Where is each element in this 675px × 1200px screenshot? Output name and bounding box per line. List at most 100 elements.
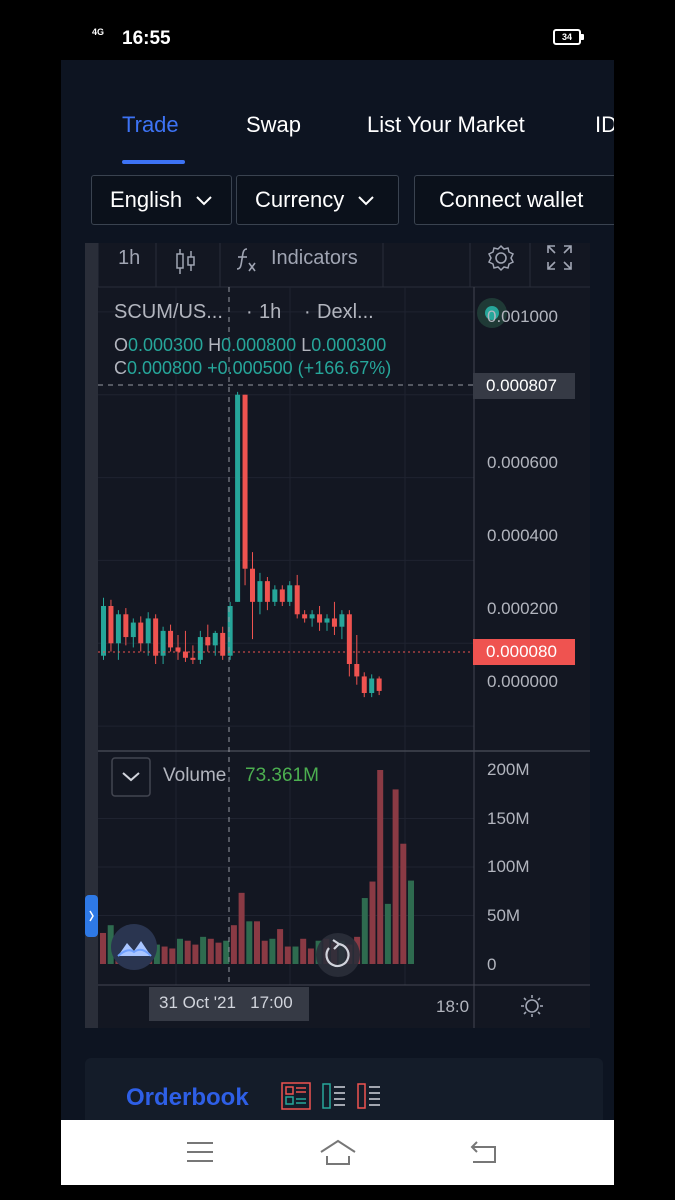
- candle-body: [294, 585, 300, 615]
- volume-bar: [230, 925, 237, 964]
- status-bar: 4G 16:55 34: [61, 0, 614, 60]
- legend-interval: 1h: [259, 301, 282, 323]
- legend-exchange: Dexl...: [317, 301, 374, 323]
- theme-toggle-icon[interactable]: [521, 995, 543, 1017]
- volume-bar: [238, 892, 245, 964]
- main-nav: Trade Swap List Your Market ID: [61, 100, 614, 170]
- candle-body: [309, 614, 315, 619]
- bottom-edge: [61, 1185, 614, 1200]
- language-select-value: English: [110, 187, 183, 212]
- volume-bar: [300, 938, 307, 964]
- recent-apps-icon[interactable]: [186, 1140, 214, 1164]
- orderbook-buys-icon[interactable]: [321, 1082, 347, 1110]
- volume-bar: [269, 938, 276, 964]
- home-icon[interactable]: [319, 1138, 357, 1166]
- candle-body: [123, 614, 129, 638]
- indicators-button[interactable]: Indicators: [271, 244, 358, 288]
- connect-wallet-button[interactable]: Connect wallet: [414, 175, 614, 225]
- candle: [346, 610, 352, 677]
- volume-axis-label: 150M: [487, 809, 530, 828]
- candle-body: [302, 614, 308, 619]
- volume-bar: [184, 940, 191, 964]
- candle-body: [212, 632, 218, 646]
- volume-bar: [392, 789, 399, 964]
- volume-bar: [207, 938, 214, 964]
- volume-bar: [200, 936, 207, 964]
- candle: [123, 608, 129, 646]
- open-label: O: [114, 335, 129, 355]
- settings-gear-icon[interactable]: [487, 244, 515, 272]
- candle: [138, 616, 144, 652]
- close-label: C: [114, 358, 127, 378]
- tab-list-your-market[interactable]: List Your Market: [367, 112, 525, 138]
- time-crosshair-label: 31 Oct '21 17:00: [159, 993, 293, 1012]
- candle-body: [153, 618, 159, 656]
- currency-select[interactable]: Currency: [236, 175, 399, 225]
- volume-bar: [384, 903, 391, 964]
- price-axis-label: 0.000000: [487, 672, 558, 691]
- price-axis-label: 0.000200: [487, 599, 558, 618]
- legend-ohlc-row2: C0.000800 +0.000500 (+166.67%): [114, 358, 391, 379]
- orderbook-title: Orderbook: [126, 1084, 249, 1111]
- candle-type-icon[interactable]: [176, 249, 195, 274]
- system-nav-bar: [61, 1120, 614, 1185]
- tradingview-logo-icon[interactable]: [111, 924, 157, 970]
- price-axis-label: 0.000600: [487, 453, 558, 472]
- language-select[interactable]: English: [91, 175, 232, 225]
- tab-swap[interactable]: Swap: [246, 112, 301, 138]
- price-axis-label: 0.001000: [487, 307, 558, 326]
- connect-wallet-label: Connect wallet: [439, 187, 584, 212]
- candle-body: [242, 394, 248, 569]
- orderbook-sells-icon[interactable]: [356, 1082, 382, 1110]
- candle-body: [324, 618, 330, 623]
- back-icon[interactable]: [469, 1139, 497, 1165]
- volume-bar: [169, 948, 176, 964]
- low-label: L: [301, 335, 312, 355]
- legend-ohlc-row1: O0.000300 H0.000800 L0.000300: [114, 335, 386, 356]
- network-indicator: 4G: [92, 27, 105, 37]
- volume-bar: [177, 938, 183, 964]
- candle: [190, 645, 196, 664]
- candle: [257, 572, 263, 615]
- candle-body: [190, 657, 196, 660]
- candle-body: [175, 647, 181, 652]
- close-value: 0.000800: [127, 358, 203, 378]
- candle-body: [331, 618, 337, 627]
- chevron-down-icon: [358, 196, 375, 206]
- candle-body: [205, 637, 211, 646]
- price-chart[interactable]: 1h Indicators SCUM/US... 1h · Dexl... · …: [85, 243, 590, 1028]
- candle: [153, 614, 159, 664]
- candle: [227, 601, 233, 660]
- fullscreen-icon[interactable]: [547, 245, 572, 270]
- change-value: +0.000500 (+166.67%): [207, 358, 392, 378]
- volume-axis-label: 100M: [487, 857, 530, 876]
- volume-bar: [261, 940, 268, 964]
- tab-id[interactable]: ID: [595, 112, 614, 138]
- volume-bar: [408, 880, 414, 964]
- tab-trade[interactable]: Trade: [122, 112, 179, 138]
- currency-select-value: Currency: [255, 187, 345, 212]
- candlestick-series: [101, 391, 382, 698]
- indicators-fx-icon[interactable]: [236, 248, 256, 272]
- volume-bar: [369, 881, 376, 964]
- last-price-label: 0.000080: [473, 639, 575, 665]
- candle-body: [227, 606, 233, 656]
- open-value: 0.000300: [128, 335, 204, 355]
- candle: [235, 391, 241, 602]
- volume-axis-label: 50M: [487, 906, 521, 925]
- candle: [197, 630, 203, 664]
- side-panel-handle[interactable]: [85, 895, 98, 937]
- interval-button[interactable]: 1h: [118, 244, 140, 288]
- reset-chart-icon[interactable]: [316, 933, 360, 977]
- legend-dot-separator: ·: [246, 301, 253, 323]
- candle-body: [376, 678, 382, 691]
- candle-body: [279, 589, 285, 602]
- candle-body: [101, 606, 106, 656]
- volume-collapse-button[interactable]: [111, 757, 151, 797]
- battery-level: 34: [561, 32, 572, 42]
- candle: [302, 610, 308, 623]
- volume-bar: [284, 946, 291, 964]
- volume-label: Volume: [163, 765, 227, 786]
- time-axis-tick: 18:0: [436, 997, 470, 1016]
- orderbook-both-sides-icon[interactable]: [281, 1082, 311, 1110]
